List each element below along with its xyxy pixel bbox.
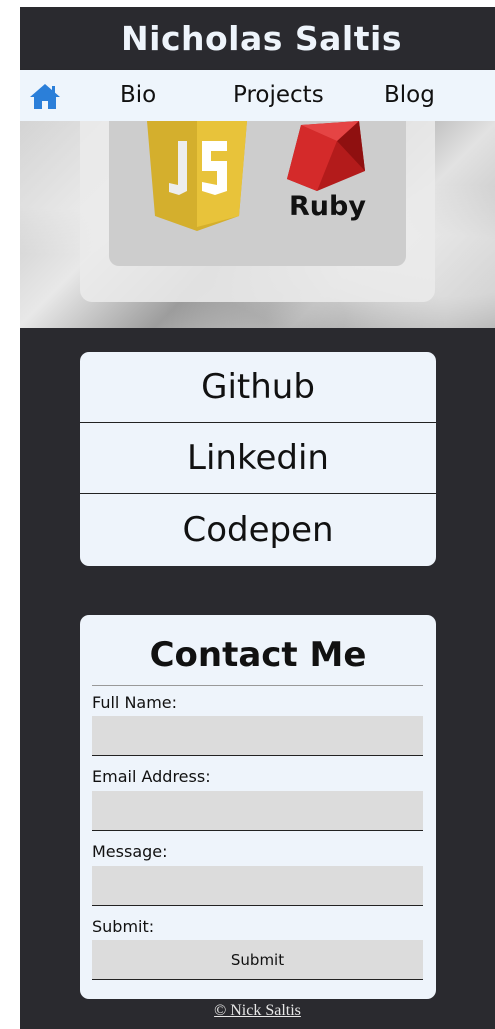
nav-item-projects[interactable]: Projects — [233, 82, 324, 108]
linkedin-link[interactable]: Linkedin — [80, 423, 436, 494]
skills-inner: Ruby — [109, 121, 406, 266]
ruby-logo-icon — [287, 121, 365, 191]
codepen-link[interactable]: Codepen — [80, 494, 436, 566]
submit-label: Submit: — [92, 917, 155, 936]
nav-item-blog[interactable]: Blog — [384, 82, 435, 108]
skills-card: Ruby — [80, 121, 435, 302]
submit-button[interactable]: Submit — [92, 940, 423, 980]
email-label: Email Address: — [92, 767, 211, 786]
ruby-label: Ruby — [289, 191, 366, 222]
contact-title: Contact Me — [149, 635, 367, 675]
email-field[interactable] — [92, 791, 423, 831]
contact-form: Contact Me Full Name: Email Address: Mes… — [80, 615, 436, 999]
github-link[interactable]: Github — [80, 352, 436, 423]
page: Nicholas Saltis Bio Projects Blog Ruby G… — [20, 7, 495, 1029]
message-field[interactable] — [92, 866, 423, 906]
site-title: Nicholas Saltis — [121, 19, 402, 58]
message-label: Message: — [92, 842, 168, 861]
footer-copyright[interactable]: © Nick Saltis — [20, 1002, 495, 1020]
social-links-card: Github Linkedin Codepen — [80, 352, 436, 566]
full-name-field[interactable] — [92, 716, 423, 756]
full-name-label: Full Name: — [92, 693, 178, 712]
contact-divider — [92, 685, 423, 686]
site-header: Nicholas Saltis — [20, 7, 495, 70]
javascript-logo-icon — [147, 121, 247, 231]
home-icon[interactable] — [28, 82, 62, 110]
nav-item-bio[interactable]: Bio — [120, 82, 156, 108]
nav-bar: Bio Projects Blog — [20, 70, 495, 121]
hero-banner: Ruby — [20, 121, 495, 328]
